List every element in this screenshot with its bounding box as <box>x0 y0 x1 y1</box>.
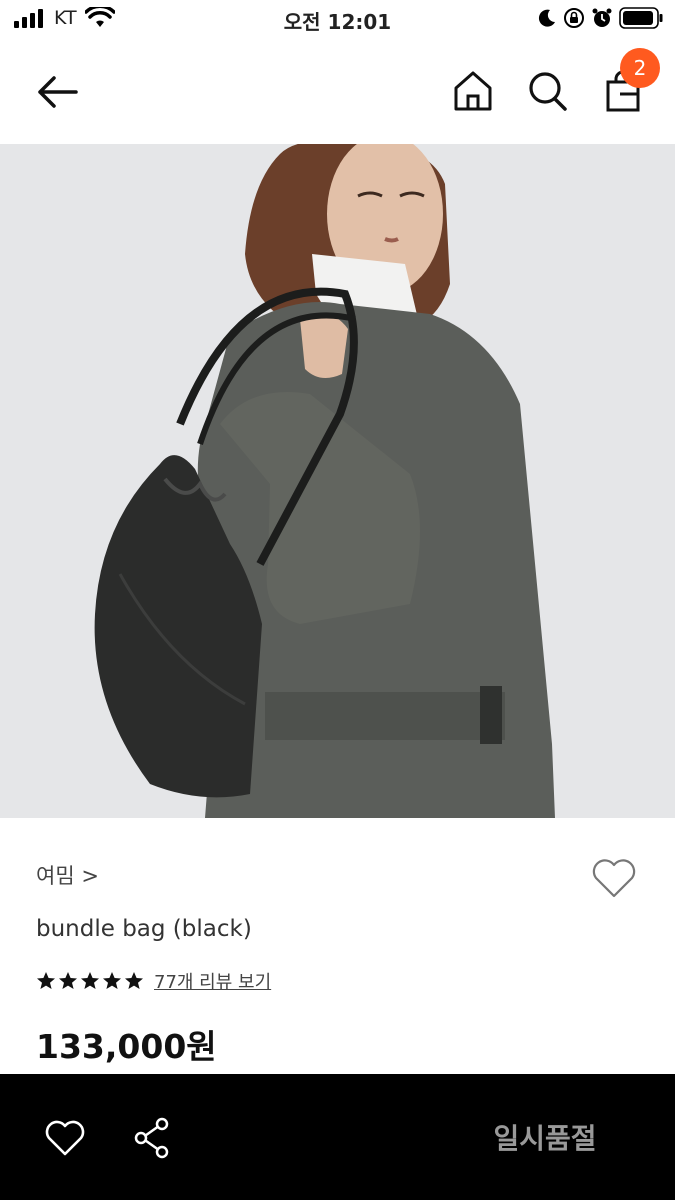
star-icon <box>37 972 55 989</box>
alarm-icon <box>592 8 612 27</box>
brand-link[interactable]: 여밈 > <box>36 860 99 890</box>
back-arrow-icon[interactable] <box>30 70 86 114</box>
cart-count-badge: 2 <box>620 48 660 88</box>
search-icon[interactable] <box>524 68 570 114</box>
star-icon <box>81 972 99 989</box>
home-icon[interactable] <box>450 68 496 114</box>
product-image <box>0 144 675 818</box>
price: 133,000원 <box>36 1027 217 1066</box>
star-icon <box>125 972 143 989</box>
product-info: 여밈 > bundle bag (black) 77개 리뷰 보기 133,00… <box>0 818 675 1074</box>
moon-icon <box>538 9 555 27</box>
product-name: bundle bag (black) <box>36 916 252 942</box>
status-right <box>537 7 663 29</box>
share-icon[interactable] <box>132 1116 172 1160</box>
rating-row: 77개 리뷰 보기 <box>36 968 271 994</box>
sold-out-label: 일시품절 <box>493 1122 597 1155</box>
star-icon <box>103 972 121 989</box>
product-photo <box>0 144 675 818</box>
heart-icon[interactable] <box>44 1118 86 1158</box>
heart-icon[interactable] <box>590 856 638 900</box>
review-link[interactable]: 77개 리뷰 보기 <box>154 968 271 994</box>
battery-icon <box>619 7 663 29</box>
top-nav: 2 <box>0 44 675 140</box>
star-icon <box>59 972 77 989</box>
rotation-lock-icon <box>564 8 584 28</box>
bottom-action-bar: 일시품절 <box>0 1074 675 1200</box>
rating-stars <box>36 971 144 991</box>
status-bar: KT 오전 12:01 <box>0 0 675 38</box>
